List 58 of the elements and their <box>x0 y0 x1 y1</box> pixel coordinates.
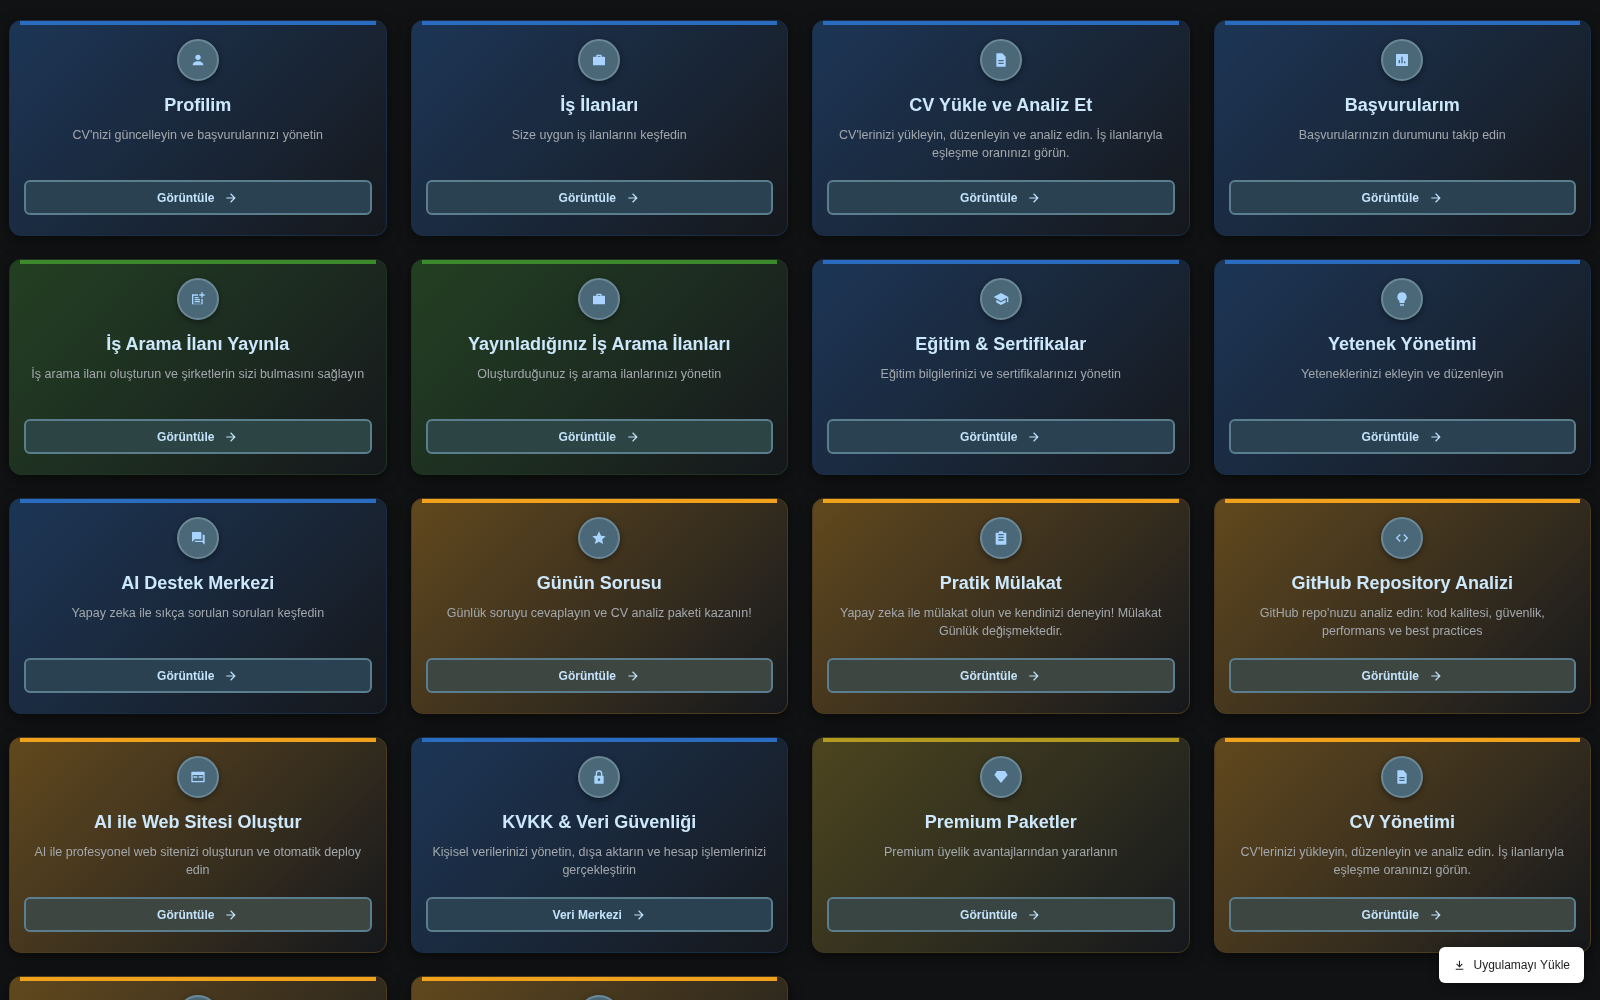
view-button[interactable]: Görüntüle <box>1228 897 1576 932</box>
card-title: AI ile Web Sitesi Oluştur <box>93 812 302 833</box>
view-button[interactable]: Görüntüle <box>1228 419 1576 454</box>
view-button[interactable]: Görüntüle <box>24 419 372 454</box>
card-description: Yeteneklerinizi ekleyin ve düzenleyin <box>1301 366 1504 383</box>
view-button[interactable]: Görüntüle <box>827 658 1175 693</box>
card-description: CV'lerinizi yükleyin, düzenleyin ve analiz edin. İş ilanlarıyla eşleşme oranınızı görün. <box>838 127 1164 162</box>
card-title: KVKK & Veri Güvenliği <box>502 812 697 833</box>
view-button[interactable]: Görüntüle <box>827 897 1175 932</box>
diamond-icon <box>992 769 1009 785</box>
card-description: Oluşturduğunuz iş arama ilanlarınızı yönetin <box>477 366 722 383</box>
chart-icon <box>1394 52 1411 68</box>
card-title: CV Yükle ve Analiz Et <box>909 95 1093 116</box>
card-title: İş Arama İlanı Yayınla <box>106 334 290 355</box>
view-button[interactable]: Görüntüle <box>827 180 1175 215</box>
card-description: AI ile profesyonel web sitenizi oluşturun ve otomatik deploy edin <box>33 844 363 879</box>
card-title: CV Yönetimi <box>1349 812 1456 833</box>
card-title: Başvurularım <box>1344 95 1460 116</box>
post-icon <box>189 291 206 307</box>
card-title: Yayınladığınız İş Arama İlanları <box>468 334 731 355</box>
view-button[interactable]: Görüntüle <box>24 658 372 693</box>
view-button[interactable]: Görüntüle <box>1228 658 1576 693</box>
briefcase-icon <box>591 291 608 307</box>
view-button[interactable]: Görüntüle <box>827 419 1175 454</box>
card-description: CV'nizi güncelleyin ve başvurularınızı yönetin <box>72 127 323 144</box>
card-description: Yapay zeka ile sıkça sorulan soruları keşfedin <box>71 605 325 622</box>
card-description: Başvurularınızın durumunu takip edin <box>1298 127 1506 144</box>
web-icon <box>189 769 206 785</box>
card-description: Kişisel verilerinizi yönetin, dışa aktarın ve hesap işlemlerinizi gerçekleştirin <box>431 844 767 879</box>
card-title: Pratik Mülakat <box>939 573 1062 594</box>
card-title: Eğitim & Sertifikalar <box>915 334 1087 355</box>
card-title: Günün Sorusu <box>536 573 662 594</box>
view-button[interactable]: Görüntüle <box>24 897 372 932</box>
view-button[interactable]: Görüntüle <box>425 419 773 454</box>
card-description: Premium üyelik avantajlarından yararlanın <box>884 844 1118 861</box>
install-app-button[interactable]: Uygulamayı Yükle <box>1438 947 1584 983</box>
card-description: Size uygun iş ilanlarını keşfedin <box>511 127 687 144</box>
card-description: Günlük soruyu cevaplayın ve CV analiz paketi kazanın! <box>446 605 752 622</box>
card-title: AI Destek Merkezi <box>121 573 275 594</box>
star-icon <box>591 530 608 546</box>
card-description: GitHub repo'nuzu analiz edin: kod kalitesi, güvenlik, performans ve best practices <box>1258 605 1546 640</box>
card-title: İş İlanları <box>560 95 639 116</box>
briefcase-icon <box>591 52 608 68</box>
card-title: Yetenek Yönetimi <box>1327 334 1477 355</box>
card-description: Yapay zeka ile mülakat olun ve kendinizi deneyin! Mülakat Günlük değişmektedir. <box>839 605 1163 640</box>
chat-icon <box>189 530 206 546</box>
card-description: CV'lerinizi yükleyin, düzenleyin ve analiz edin. İş ilanlarıyla eşleşme oranınızı görün. <box>1239 844 1565 879</box>
card-title: Profilim <box>164 95 232 116</box>
view-button[interactable]: Görüntüle <box>425 180 773 215</box>
card-title: GitHub Repository Analizi <box>1291 573 1513 594</box>
cap-icon <box>992 291 1009 307</box>
view-button[interactable]: Görüntüle <box>24 180 372 215</box>
card-description: Eğitim bilgilerinizi ve sertifikalarınızı yönetin <box>880 366 1121 383</box>
card-title: Premium Paketler <box>924 812 1077 833</box>
view-button[interactable]: Görüntüle <box>1228 180 1576 215</box>
view-button[interactable]: Veri Merkezi <box>425 897 773 932</box>
card-description: İş arama ilanı oluşturun ve şirketlerin sizi bulmasını sağlayın <box>31 366 365 383</box>
view-button[interactable]: Görüntüle <box>425 658 773 693</box>
